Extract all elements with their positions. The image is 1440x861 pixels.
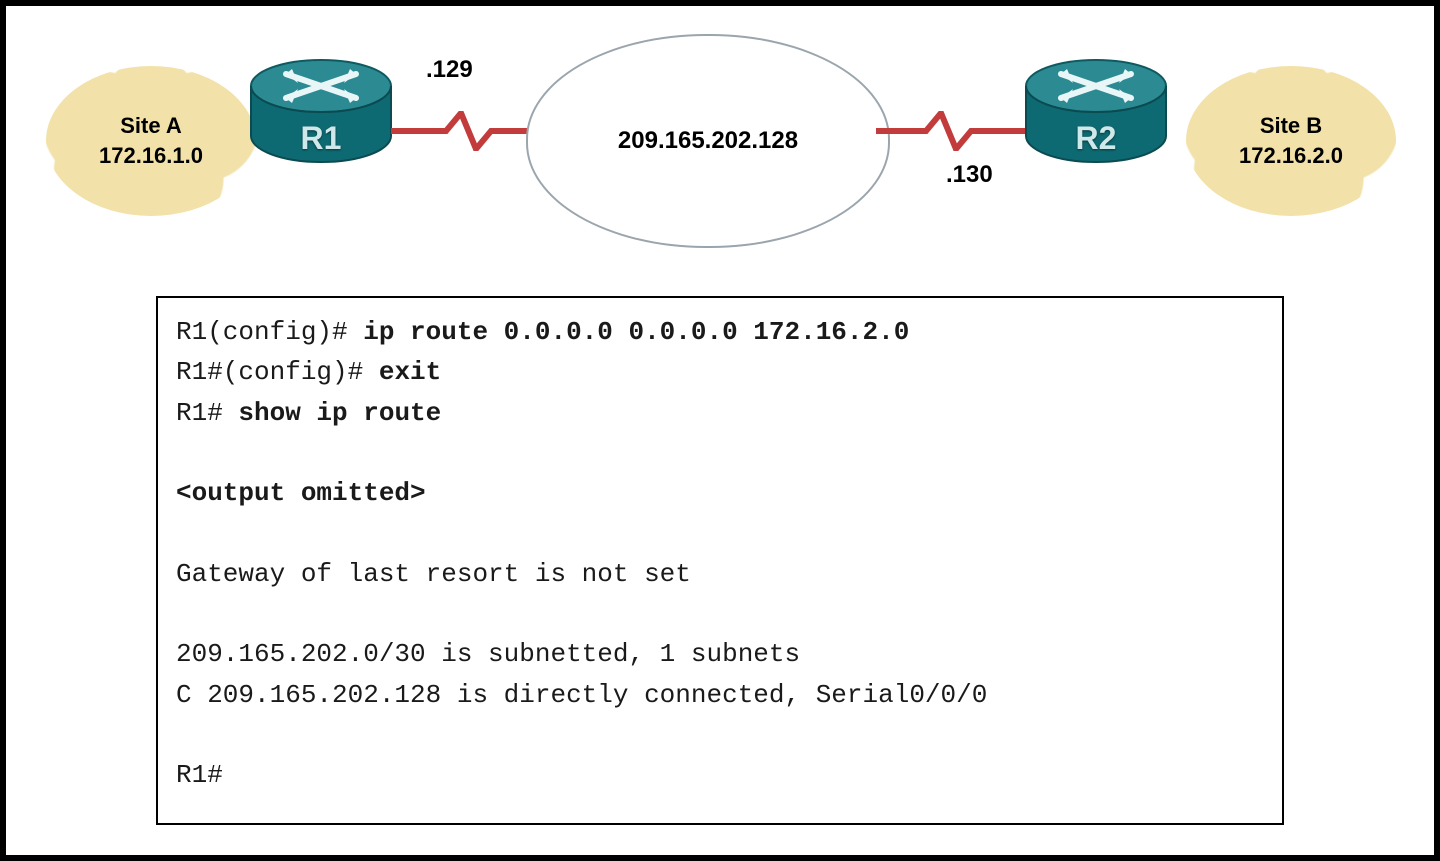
cloud-site-b: Site B172.16.2.0 — [1186, 66, 1396, 216]
site-a-text: Site A172.16.1.0 — [99, 111, 203, 170]
cloud-site-a: Site A172.16.1.0 — [46, 66, 256, 216]
router-r2: R2 — [1021, 56, 1171, 176]
exhibit-frame: Site A172.16.1.0 R1 .129 — [0, 0, 1440, 861]
r2-serial-ip-label: .130 — [946, 161, 993, 189]
serial-link-r1 — [391, 111, 541, 151]
network-topology: Site A172.16.1.0 R1 .129 — [36, 26, 1404, 256]
cloud-wan: 209.165.202.128 — [526, 34, 890, 248]
r1-serial-ip-label: .129 — [426, 56, 473, 84]
cli-subnet-line: 209.165.202.0/30 is subnetted, 1 subnets — [176, 639, 800, 669]
cli-output-omitted: <output omitted> — [176, 478, 426, 508]
site-b-text: Site B172.16.2.0 — [1239, 111, 1343, 170]
cli-output-box: R1(config)# ip route 0.0.0.0 0.0.0.0 172… — [156, 296, 1284, 825]
cli-line-3: R1# show ip route — [176, 398, 441, 428]
cli-gateway-line: Gateway of last resort is not set — [176, 559, 691, 589]
cli-connected-line: C 209.165.202.128 is directly connected,… — [176, 680, 987, 710]
wan-subnet: 209.165.202.128 — [618, 125, 798, 157]
serial-link-r2 — [876, 111, 1026, 151]
router-r1: R1 — [246, 56, 396, 176]
cli-line-1: R1(config)# ip route 0.0.0.0 0.0.0.0 172… — [176, 317, 909, 347]
cli-line-2: R1#(config)# exit — [176, 357, 441, 387]
router-r1-label: R1 — [301, 120, 342, 157]
cli-prompt: R1# — [176, 760, 223, 790]
router-r2-label: R2 — [1076, 120, 1117, 157]
